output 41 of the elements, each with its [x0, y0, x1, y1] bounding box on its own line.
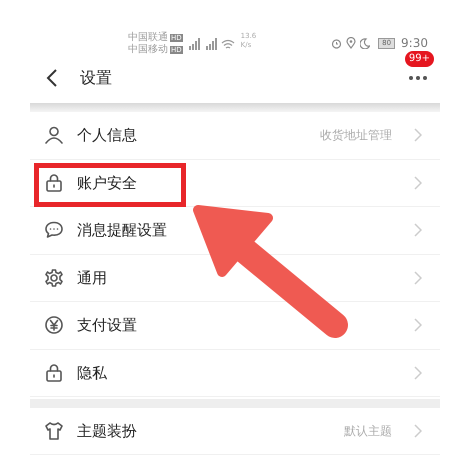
alarm-icon	[331, 38, 342, 48]
chevron-icon	[414, 128, 422, 142]
back-icon[interactable]	[46, 68, 58, 88]
yen-icon	[44, 315, 64, 336]
carrier-name: 中国联通	[128, 32, 168, 44]
settings-row[interactable]: 隐私	[30, 350, 440, 397]
moon-icon	[360, 38, 370, 48]
signal-icon	[204, 38, 218, 50]
carrier-name: 中国移动	[128, 44, 168, 56]
settings-row[interactable]: 个人信息 收货地址管理	[30, 112, 440, 160]
wifi-icon	[220, 38, 235, 50]
row-value: 收货地址管理	[320, 127, 392, 144]
row-label: 消息提醒设置	[77, 220, 167, 241]
chevron-icon	[414, 424, 422, 438]
chevron-icon	[414, 270, 422, 285]
notification-badge: 99+	[404, 50, 434, 67]
row-value: 默认主题	[344, 422, 392, 440]
chevron-icon	[414, 366, 422, 380]
signal-icon	[186, 38, 201, 50]
lock-icon	[44, 172, 64, 193]
row-label: 支付设置	[77, 315, 137, 336]
row-label: 个人信息	[77, 125, 137, 146]
location-icon	[346, 37, 356, 49]
row-label: 通用	[77, 268, 107, 288]
row-label: 主题装扮	[77, 420, 137, 442]
settings-row[interactable]: 账户安全	[30, 160, 440, 207]
clock-time: 9:30	[401, 35, 428, 52]
row-label: 隐私	[77, 362, 107, 384]
chevron-icon	[414, 318, 422, 332]
settings-row[interactable]: 支付设置	[30, 302, 440, 350]
shirt-icon	[44, 420, 64, 441]
row-label: 账户安全	[77, 172, 137, 194]
page-title: 设置	[80, 66, 112, 89]
chevron-icon	[414, 176, 422, 190]
more-icon[interactable]	[408, 74, 428, 81]
chevron-icon	[414, 223, 422, 238]
gear-icon	[44, 268, 64, 288]
lock-icon	[44, 362, 64, 383]
person-icon	[44, 125, 64, 146]
chat-icon	[44, 220, 64, 240]
settings-row[interactable]: 主题装扮 默认主题	[30, 408, 440, 455]
